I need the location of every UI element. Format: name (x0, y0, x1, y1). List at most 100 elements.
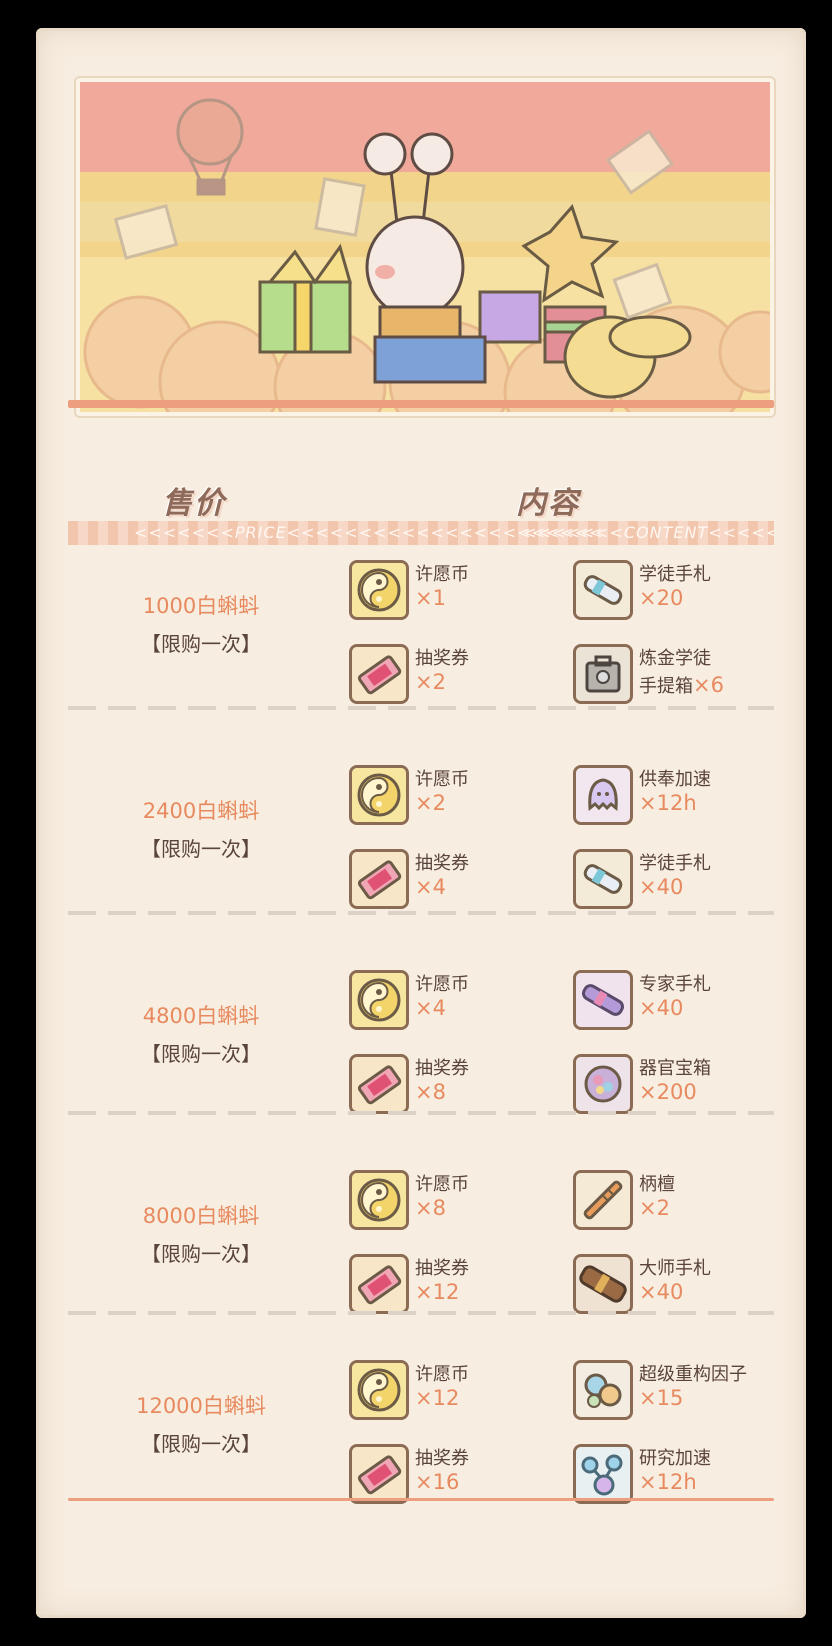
tier-divider (68, 911, 774, 915)
price-tier-row: 2400白蝌蚪 【限购一次】 许愿币 ×2 供奉加速 ×12h 抽奖券 ×4 学徒手札 ×40 (36, 753, 806, 953)
research-boost-icon (573, 1444, 633, 1504)
reward-item[interactable]: 许愿币 ×1 (349, 560, 589, 624)
reward-quantity: ×40 (639, 875, 684, 899)
reward-quantity: ×20 (639, 586, 684, 610)
super-factor-icon (573, 1360, 633, 1420)
reward-quantity: ×12 (415, 1280, 460, 1304)
top-rule (68, 400, 774, 408)
wish-coin-icon (349, 765, 409, 825)
header-ribbon: <<<<<<<PRICE<<<<<<<<<<<<<<<<<<<<<< <<<<<… (68, 521, 774, 545)
price-tier-row: 4800白蝌蚪 【限购一次】 许愿币 ×4 专家手札 ×40 抽奖券 ×8 器官宝箱 ×200 (36, 958, 806, 1158)
price-header: 售价 (162, 486, 226, 521)
reward-item[interactable]: 抽奖券 ×8 (349, 1054, 589, 1118)
reward-quantity: ×2 (415, 670, 446, 694)
lottery-ticket-icon (349, 1254, 409, 1314)
reward-quantity: ×40 (639, 1280, 684, 1304)
reward-name: 抽奖券 (415, 853, 469, 874)
banner-illustration (76, 78, 774, 416)
reward-name: 专家手札 (639, 974, 711, 995)
alchemy-suitcase-icon (573, 644, 633, 704)
reward-quantity: ×200 (639, 1080, 697, 1104)
expert-scroll-icon (573, 970, 633, 1030)
reward-quantity: ×6 (693, 673, 724, 697)
apprentice-scroll-icon (573, 849, 633, 909)
lottery-ticket-icon (349, 644, 409, 704)
tier-divider (68, 1311, 774, 1315)
reward-quantity: ×8 (415, 1196, 446, 1220)
reward-quantity: ×2 (415, 791, 446, 815)
reward-name-cont: 手提箱 (639, 676, 693, 697)
reward-item[interactable]: 许愿币 ×4 (349, 970, 589, 1034)
reward-item[interactable]: 学徒手札 ×20 (573, 560, 806, 624)
purchase-limit-label: 【限购一次】 (141, 1242, 261, 1266)
wish-coin-icon (349, 970, 409, 1030)
content-ribbon-label: <<<<<<<CONTENT<<<<<<<<<<<<<<<<<<<<<< (523, 523, 774, 542)
reward-quantity: ×15 (639, 1386, 684, 1410)
tier-price: 1000白蝌蚪 (142, 594, 260, 618)
tier-price: 12000白蝌蚪 (136, 1394, 266, 1418)
lottery-ticket-icon (349, 1054, 409, 1114)
purchase-limit-label: 【限购一次】 (141, 1432, 261, 1456)
reward-quantity: ×16 (415, 1470, 460, 1494)
reward-name: 炼金学徒 (639, 648, 711, 669)
reward-quantity: ×2 (639, 1196, 670, 1220)
purchase-limit-label: 【限购一次】 (141, 837, 261, 861)
reward-name: 超级重构因子 (639, 1364, 747, 1385)
reward-quantity: ×40 (639, 996, 684, 1020)
tier-divider (68, 1111, 774, 1115)
organ-chest-icon (573, 1054, 633, 1114)
reward-name: 大师手札 (639, 1258, 711, 1279)
reward-item[interactable]: 抽奖券 ×12 (349, 1254, 589, 1318)
wish-coin-icon (349, 1360, 409, 1420)
tier-divider (68, 706, 774, 710)
sandalwood-stick-icon (573, 1170, 633, 1230)
purchase-limit-label: 【限购一次】 (141, 1042, 261, 1066)
reward-item[interactable]: 炼金学徒手提箱×6 (573, 644, 806, 708)
reward-quantity: ×12 (415, 1386, 460, 1410)
reward-name: 许愿币 (415, 564, 469, 585)
price-tier-row: 12000白蝌蚪 【限购一次】 许愿币 ×12 超级重构因子 ×15 抽奖券 ×16 研究加速 ×… (36, 1348, 806, 1548)
reward-item[interactable]: 器官宝箱 ×200 (573, 1054, 806, 1118)
reward-name: 抽奖券 (415, 648, 469, 669)
lottery-ticket-icon (349, 1444, 409, 1504)
reward-item[interactable]: 柄檀 ×2 (573, 1170, 806, 1234)
reward-name: 许愿币 (415, 1174, 469, 1195)
reward-quantity: ×12h (639, 1470, 697, 1494)
reward-name: 学徒手札 (639, 853, 711, 874)
reward-item[interactable]: 抽奖券 ×2 (349, 644, 589, 708)
tier-price: 8000白蝌蚪 (142, 1204, 260, 1228)
shop-panel: 售价 内容 <<<<<<<PRICE<<<<<<<<<<<<<<<<<<<<<<… (36, 28, 806, 1618)
reward-name: 学徒手札 (639, 564, 711, 585)
purchase-limit-label: 【限购一次】 (141, 632, 261, 656)
content-header: 内容 (516, 486, 580, 521)
reward-name: 抽奖券 (415, 1448, 469, 1469)
reward-name: 器官宝箱 (639, 1058, 711, 1079)
reward-name: 柄檀 (639, 1174, 675, 1195)
reward-item[interactable]: 学徒手札 ×40 (573, 849, 806, 913)
reward-item[interactable]: 许愿币 ×8 (349, 1170, 589, 1234)
reward-item[interactable]: 许愿币 ×2 (349, 765, 589, 829)
reward-name: 供奉加速 (639, 769, 711, 790)
reward-quantity: ×4 (415, 875, 446, 899)
reward-item[interactable]: 超级重构因子 ×15 (573, 1360, 806, 1424)
reward-item[interactable]: 专家手札 ×40 (573, 970, 806, 1034)
reward-item[interactable]: 许愿币 ×12 (349, 1360, 589, 1424)
apprentice-scroll-icon (573, 560, 633, 620)
reward-quantity: ×8 (415, 1080, 446, 1104)
reward-name: 抽奖券 (415, 1058, 469, 1079)
wish-coin-icon (349, 1170, 409, 1230)
price-tier-row: 1000白蝌蚪 【限购一次】 许愿币 ×1 学徒手札 ×20 抽奖券 ×2 炼金学徒 手提箱×6 (36, 548, 806, 748)
tier-price: 2400白蝌蚪 (142, 799, 260, 823)
master-scroll-icon (573, 1254, 633, 1314)
offering-boost-icon (573, 765, 633, 825)
reward-item[interactable]: 抽奖券 ×4 (349, 849, 589, 913)
wish-coin-icon (349, 560, 409, 620)
reward-name: 许愿币 (415, 974, 469, 995)
reward-item[interactable]: 大师手札 ×40 (573, 1254, 806, 1318)
reward-quantity: ×1 (415, 586, 446, 610)
reward-name: 许愿币 (415, 1364, 469, 1385)
reward-name: 许愿币 (415, 769, 469, 790)
bottom-rule (68, 1498, 774, 1501)
reward-name: 研究加速 (639, 1448, 711, 1469)
reward-item[interactable]: 供奉加速 ×12h (573, 765, 806, 829)
